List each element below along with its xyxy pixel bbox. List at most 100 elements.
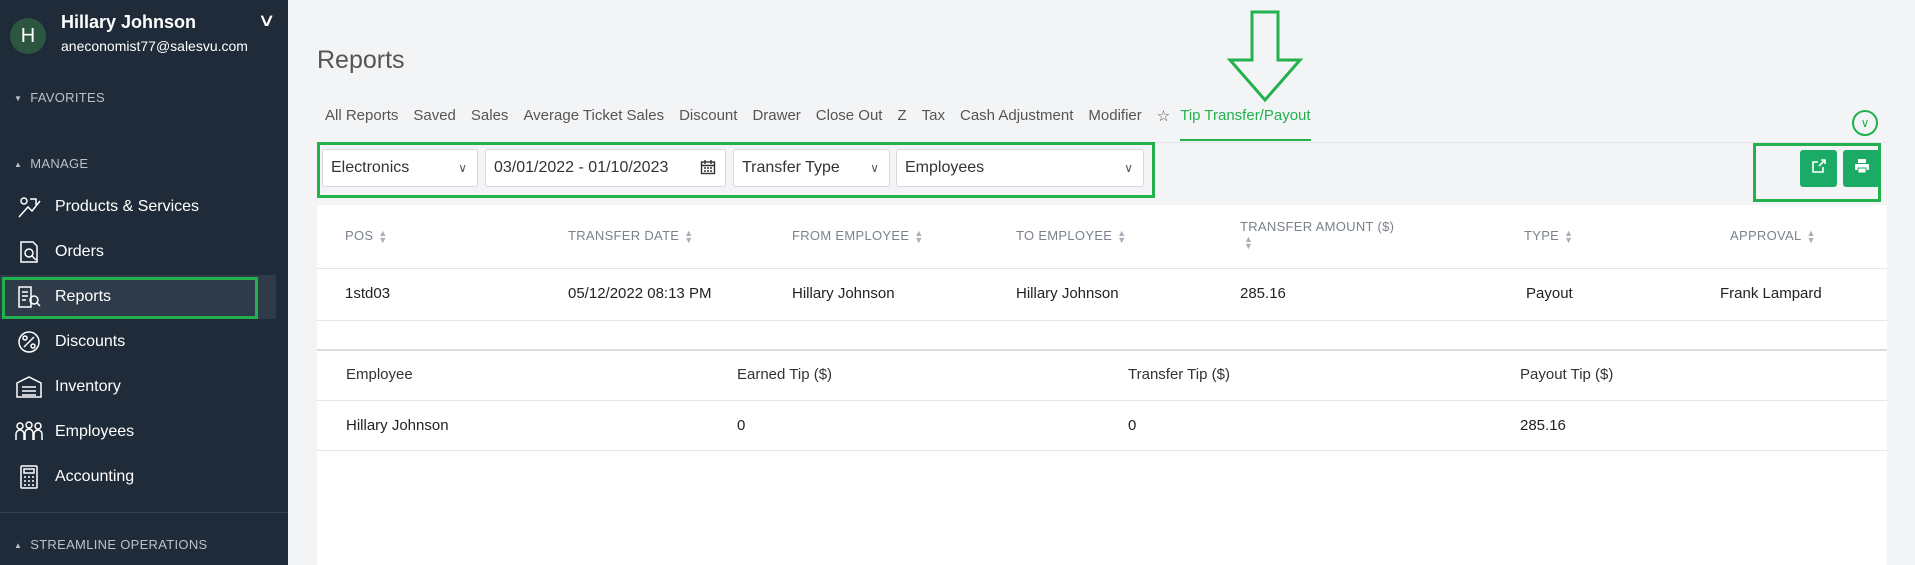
sort-icon: ▲ ▼ — [1244, 233, 1254, 251]
tab-discount[interactable]: Discount — [679, 107, 737, 141]
date-range-value: 03/01/2022 - 01/10/2023 — [494, 159, 669, 176]
tab-modifier[interactable]: Modifier — [1088, 107, 1141, 141]
products-icon — [14, 194, 44, 220]
sidebar-item-label: Orders — [55, 243, 104, 260]
employees-select[interactable]: Employees ∨ — [896, 149, 1144, 187]
column-header-from-employee[interactable]: FROM EMPLOYEE ▲ ▼ — [792, 228, 924, 244]
report-tabs: All Reports Saved Sales Average Ticket S… — [325, 107, 1326, 143]
section-streamline[interactable]: ▲ STREAMLINE OPERATIONS — [14, 537, 207, 552]
tab-all-reports[interactable]: All Reports — [325, 107, 398, 141]
arrow-down-icon — [1226, 10, 1304, 109]
employees-icon — [14, 419, 44, 445]
sidebar-item-label: Accounting — [55, 468, 135, 485]
sidebar-item-label: Discounts — [55, 333, 126, 350]
chevron-down-icon: ∨ — [1124, 161, 1133, 175]
tab-cash-adjustment[interactable]: Cash Adjustment — [960, 107, 1073, 141]
summary-cell-employee: Hillary Johnson — [346, 417, 449, 434]
calculator-icon — [14, 464, 44, 490]
cell-pos: 1std03 — [345, 285, 391, 302]
user-email: aneconomist77@salesvu.com — [61, 38, 248, 54]
sidebar: H Hillary Johnson aneconomist77@salesvu.… — [0, 0, 288, 565]
print-icon — [1854, 158, 1870, 179]
sort-icon: ▲ ▼ — [1117, 227, 1127, 245]
transfer-type-value: Transfer Type — [742, 159, 840, 176]
row-divider — [317, 400, 1887, 401]
cell-to-employee: Hillary Johnson — [1016, 285, 1119, 302]
sidebar-item-products[interactable]: Products & Services — [0, 185, 276, 229]
tab-average-ticket-sales[interactable]: Average Ticket Sales — [523, 107, 664, 141]
column-header-transfer-date[interactable]: TRANSFER DATE ▲ ▼ — [568, 228, 694, 244]
calendar-icon — [700, 159, 716, 180]
chevron-down-icon: ∨ — [870, 161, 879, 175]
date-range-picker[interactable]: 03/01/2022 - 01/10/2023 — [485, 149, 726, 187]
sort-icon: ▲ ▼ — [378, 227, 388, 245]
sidebar-item-label: Inventory — [55, 378, 121, 395]
sidebar-item-accounting[interactable]: Accounting — [0, 455, 276, 499]
orders-icon — [14, 239, 44, 265]
sidebar-item-orders[interactable]: Orders — [0, 230, 276, 274]
category-select[interactable]: Electronics ∨ — [322, 149, 478, 187]
chevron-down-icon: ∨ — [458, 161, 467, 175]
cell-from-employee: Hillary Johnson — [792, 285, 895, 302]
summary-header-employee: Employee — [346, 366, 413, 383]
caret-down-icon: ▼ — [14, 94, 23, 104]
column-header-type[interactable]: TYPE ▲ ▼ — [1524, 228, 1573, 244]
divider — [0, 512, 288, 513]
column-header-to-employee[interactable]: TO EMPLOYEE ▲ ▼ — [1016, 228, 1126, 244]
sort-icon: ▲ ▼ — [1806, 227, 1816, 245]
summary-cell-earned-tip: 0 — [737, 417, 746, 434]
print-button[interactable] — [1843, 150, 1880, 187]
share-icon — [1811, 158, 1827, 179]
caret-up-icon: ▲ — [14, 541, 23, 551]
page-title: Reports — [317, 46, 405, 74]
discounts-icon — [14, 329, 44, 355]
cell-type: Payout — [1526, 285, 1573, 302]
sort-icon: ▲ ▼ — [684, 227, 694, 245]
sidebar-item-label: Products & Services — [55, 198, 200, 215]
sidebar-item-discounts[interactable]: Discounts — [0, 320, 276, 364]
employees-value: Employees — [905, 159, 985, 176]
tab-sales[interactable]: Sales — [471, 107, 509, 141]
chevron-down-icon[interactable]: ∨ — [257, 10, 275, 31]
row-divider — [317, 268, 1887, 269]
sidebar-item-label: Employees — [55, 423, 135, 440]
sort-icon: ▲ ▼ — [1564, 227, 1574, 245]
tab-drawer[interactable]: Drawer — [752, 107, 800, 141]
caret-up-icon: ▲ — [14, 160, 23, 170]
section-favorites[interactable]: ▼ FAVORITES — [14, 90, 105, 105]
cell-transfer-amount: 285.16 — [1240, 285, 1286, 302]
star-icon[interactable]: ☆ — [1157, 107, 1170, 141]
row-divider — [317, 450, 1887, 451]
highlight-box — [2, 277, 258, 319]
column-header-transfer-amount[interactable]: TRANSFER AMOUNT ($) ▲ ▼ — [1240, 219, 1394, 250]
tab-z[interactable]: Z — [897, 107, 906, 141]
summary-header-payout-tip: Payout Tip ($) — [1520, 366, 1614, 383]
user-profile[interactable]: H Hillary Johnson aneconomist77@salesvu.… — [10, 10, 280, 60]
cell-approval: Frank Lampard — [1720, 285, 1822, 302]
tab-tax[interactable]: Tax — [922, 107, 945, 141]
transfer-type-select[interactable]: Transfer Type ∨ — [733, 149, 890, 187]
user-name: Hillary Johnson — [61, 12, 197, 32]
category-value: Electronics — [331, 159, 410, 176]
column-header-pos[interactable]: POS ▲ ▼ — [345, 228, 388, 244]
summary-cell-payout-tip: 285.16 — [1520, 417, 1566, 434]
section-manage[interactable]: ▲ MANAGE — [14, 156, 88, 171]
tab-tip-transfer-payout[interactable]: Tip Transfer/Payout — [1180, 107, 1311, 141]
cell-transfer-date: 05/12/2022 08:13 PM — [568, 285, 712, 302]
summary-cell-transfer-tip: 0 — [1128, 417, 1137, 434]
tab-close-out[interactable]: Close Out — [816, 107, 883, 141]
sidebar-item-inventory[interactable]: Inventory — [0, 365, 276, 409]
column-header-approval[interactable]: APPROVAL ▲ ▼ — [1730, 228, 1816, 244]
summary-header-earned-tip: Earned Tip ($) — [737, 366, 833, 383]
tab-saved[interactable]: Saved — [413, 107, 456, 141]
sidebar-item-employees[interactable]: Employees — [0, 410, 276, 454]
chevron-down-circle-icon[interactable]: ∨ — [1852, 110, 1878, 136]
row-divider — [317, 320, 1887, 321]
summary-header-transfer-tip: Transfer Tip ($) — [1128, 366, 1230, 383]
sort-icon: ▲ ▼ — [914, 227, 924, 245]
inventory-icon — [14, 374, 44, 400]
report-panel — [317, 205, 1887, 565]
section-divider — [317, 349, 1887, 351]
export-button[interactable] — [1800, 150, 1837, 187]
avatar: H — [10, 18, 46, 54]
